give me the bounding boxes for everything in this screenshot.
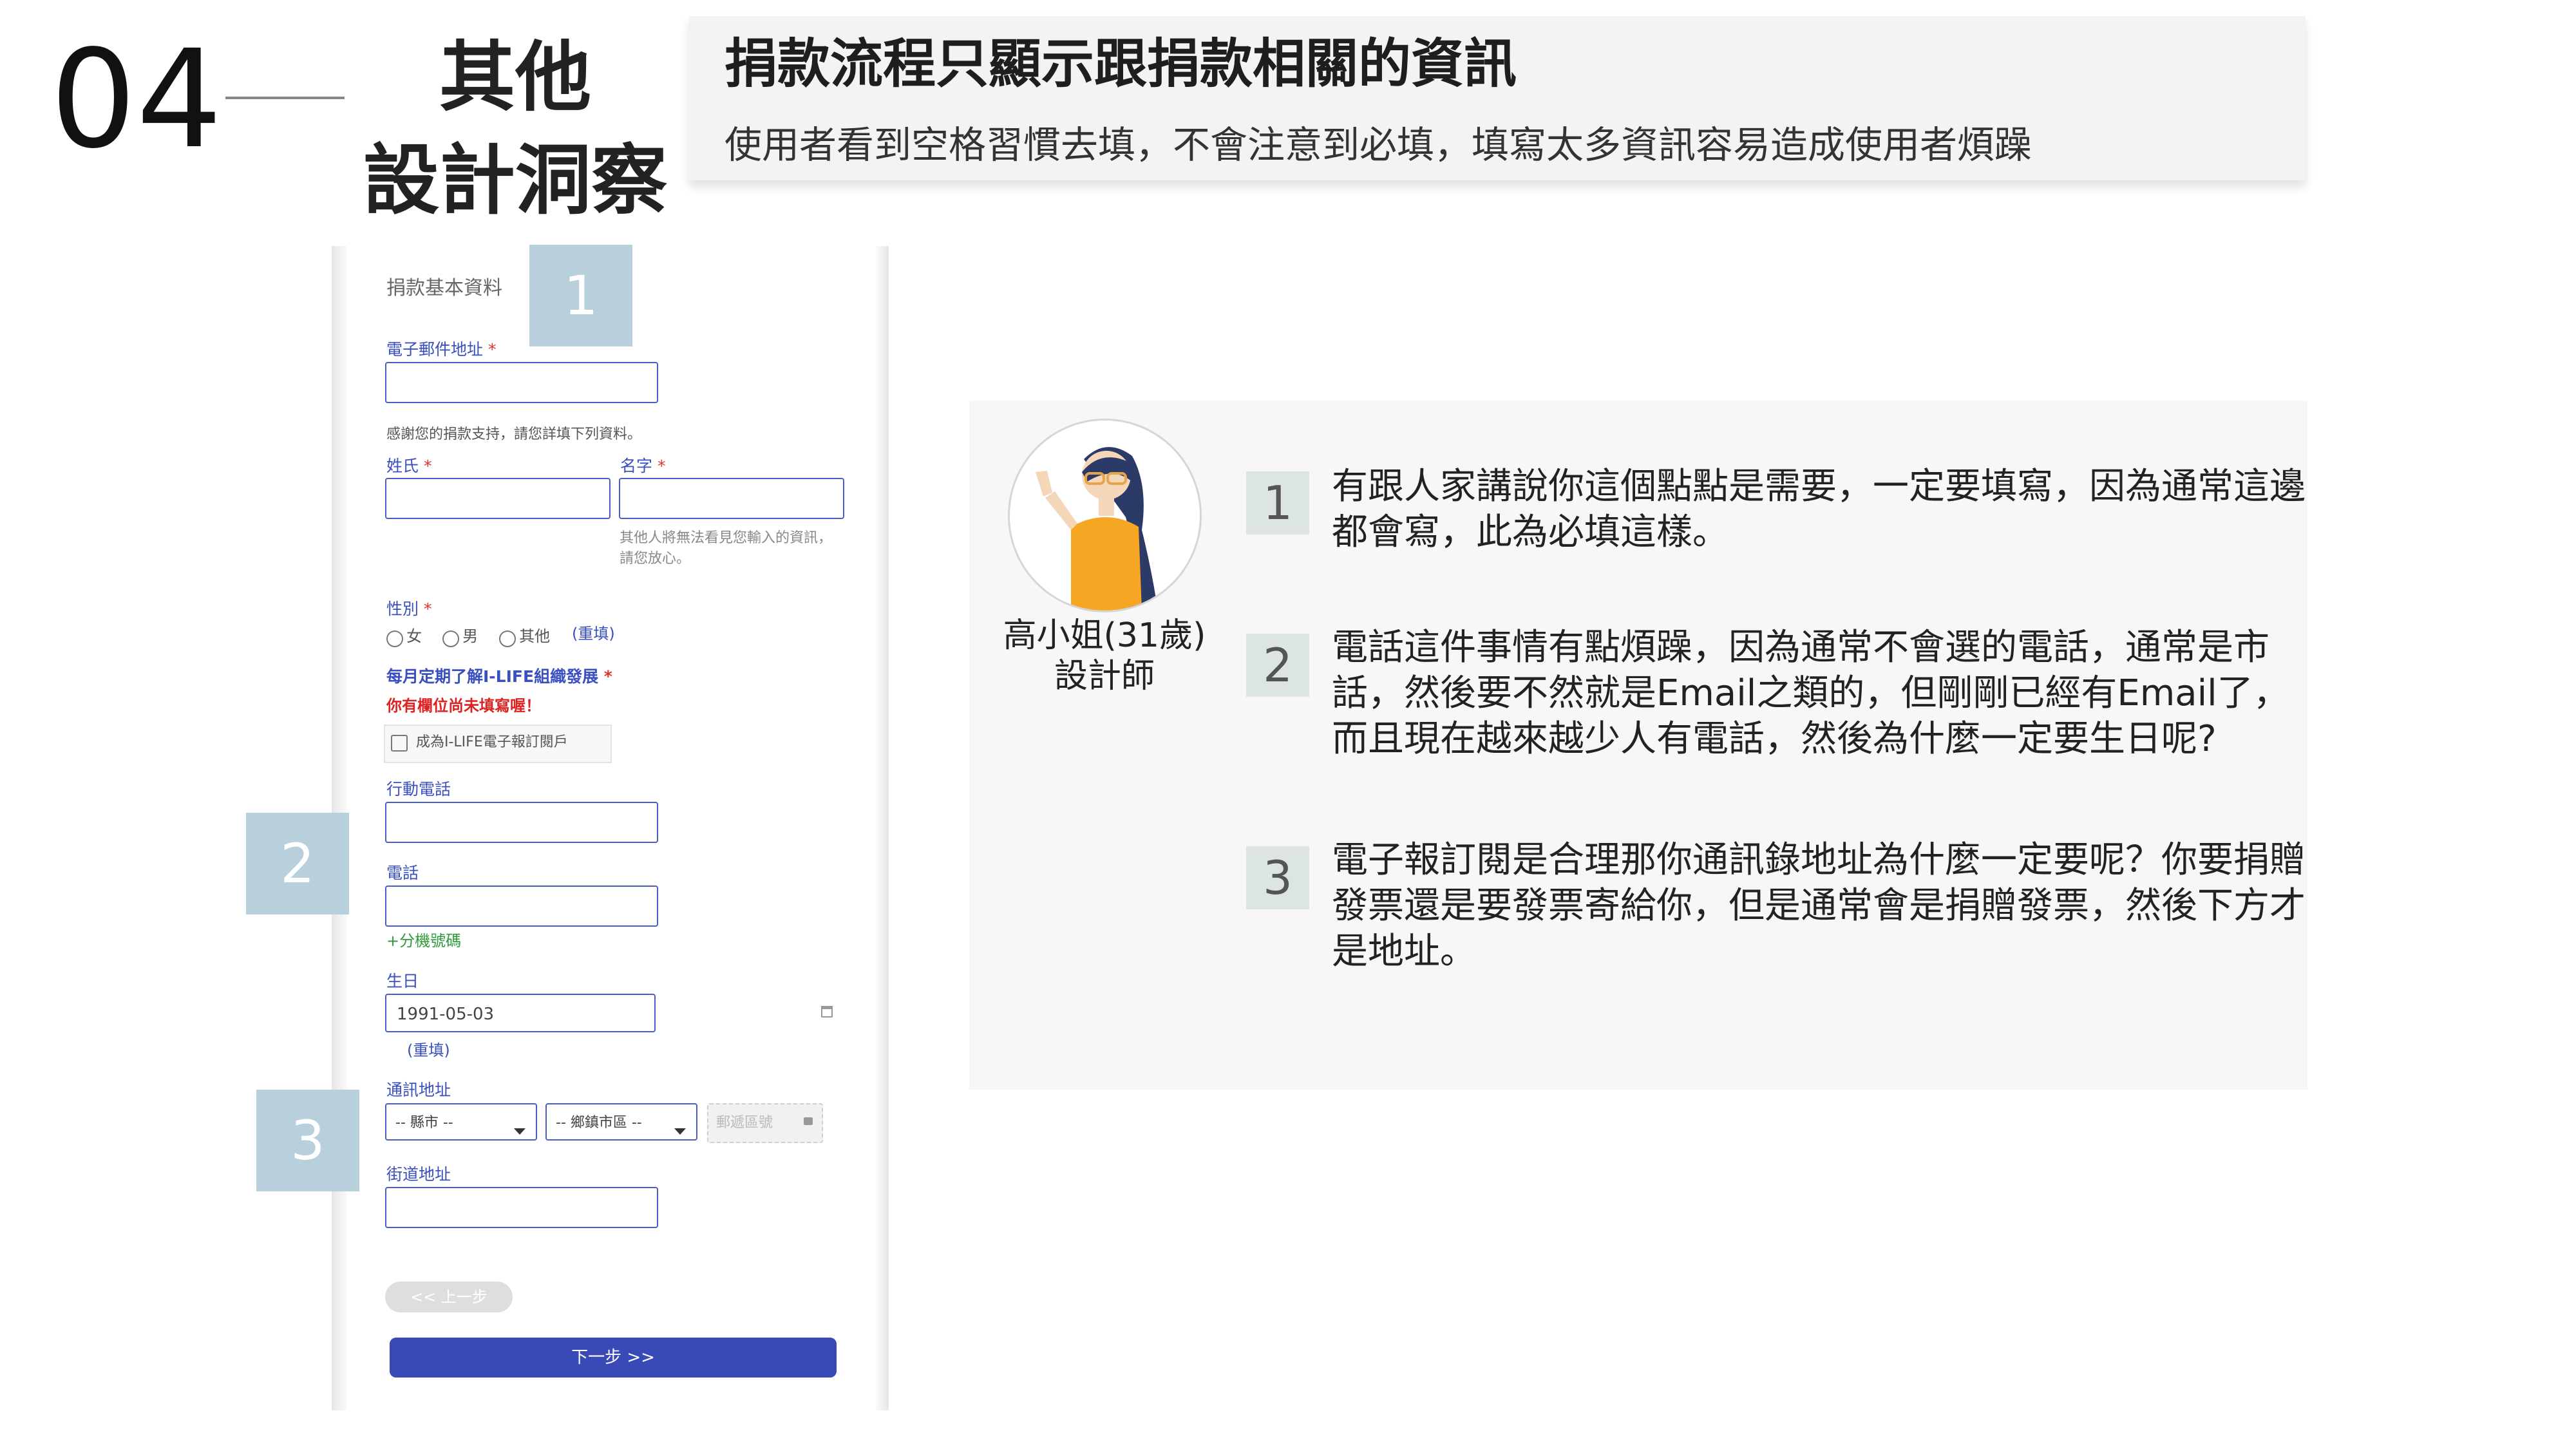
insight-number-2: 2 xyxy=(1246,634,1309,697)
gender-radio-female[interactable]: 女 xyxy=(386,626,422,647)
callout-1: 1 xyxy=(529,245,632,346)
persona-illustration xyxy=(1036,447,1158,611)
name-hint-line1: 其他人將無法看見您輸入的資訊， xyxy=(620,530,833,546)
name-hint-line2: 請您放心。 xyxy=(620,551,691,567)
mobile-field[interactable] xyxy=(385,802,658,843)
birthday-label: 生日 xyxy=(386,972,419,990)
newsletter-label: 每月定期了解I-LIFE組織發展 * xyxy=(386,667,612,686)
insight-number-1: 1 xyxy=(1246,471,1309,535)
callout-3: 3 xyxy=(256,1090,359,1191)
phone-field[interactable] xyxy=(385,886,658,927)
gender-reset-link[interactable]: (重填) xyxy=(572,623,615,644)
insight-number-3: 3 xyxy=(1246,846,1309,909)
section-divider xyxy=(225,97,345,99)
address-label: 通訊地址 xyxy=(386,1081,451,1099)
phone-label: 電話 xyxy=(386,864,419,882)
email-field[interactable] xyxy=(385,362,658,403)
radio-circle[interactable] xyxy=(386,630,403,647)
birthday-reset-link[interactable]: (重填) xyxy=(407,1040,450,1061)
district-select-value: -- 鄉鎮市區 -- xyxy=(556,1115,642,1131)
county-select[interactable]: -- 縣市 -- xyxy=(385,1103,537,1141)
radio-label: 男 xyxy=(462,627,478,645)
chevron-down-icon xyxy=(514,1128,526,1135)
form-section-heading: 捐款基本資料 xyxy=(386,277,502,299)
radio-circle[interactable] xyxy=(499,630,516,647)
postal-code-label: 郵遞區號 xyxy=(716,1115,773,1131)
radio-label: 女 xyxy=(406,627,422,645)
district-select[interactable]: -- 鄉鎮市區 -- xyxy=(545,1103,697,1141)
insight-text-1: 有跟人家講說你這個點點是需要，一定要填寫，因為通常這邊都會寫，此為必填這樣。 xyxy=(1332,466,2306,553)
avatar xyxy=(1008,419,1202,612)
first-name-label: 名字 * xyxy=(620,457,666,475)
section-title-line1: 其他 xyxy=(439,33,591,122)
thanks-text: 感謝您的捐款支持，請您詳填下列資料。 xyxy=(386,426,642,442)
radio-circle[interactable] xyxy=(442,630,459,647)
screenshot-edge-right xyxy=(876,246,889,1410)
chevron-down-icon xyxy=(674,1128,686,1135)
persona-role: 設計師 xyxy=(1054,657,1155,696)
gender-label: 性別 * xyxy=(386,600,432,618)
section-title-line2: 設計洞察 xyxy=(363,136,667,225)
banner-title: 捐款流程只顯示跟捐款相關的資訊 xyxy=(724,33,1517,95)
birthday-field[interactable]: 1991-05-03 xyxy=(385,994,656,1032)
radio-label: 其他 xyxy=(519,627,551,645)
gender-radio-other[interactable]: 其他 xyxy=(499,626,550,647)
lock-icon xyxy=(804,1117,813,1125)
newsletter-checkbox[interactable] xyxy=(391,735,408,752)
county-select-value: -- 縣市 -- xyxy=(395,1115,453,1131)
last-name-field[interactable] xyxy=(385,478,611,519)
first-name-field[interactable] xyxy=(619,478,844,519)
next-step-button[interactable]: 下一步 >> xyxy=(390,1338,837,1378)
section-title: 其他 設計洞察 xyxy=(361,26,670,232)
newsletter-error: 你有欄位尚未填寫喔！ xyxy=(386,697,541,715)
last-name-label: 姓氏 * xyxy=(386,457,432,475)
section-number: 04 xyxy=(50,21,223,178)
persona-name: 高小姐(31歲) xyxy=(1003,616,1206,655)
banner-subtitle: 使用者看到空格習慣去填，不會注意到必填，填寫太多資訊容易造成使用者煩躁 xyxy=(724,123,2032,167)
email-label: 電子郵件地址 * xyxy=(386,340,497,359)
mobile-label: 行動電話 xyxy=(386,780,451,799)
prev-step-button[interactable]: << 上一步 xyxy=(385,1282,513,1312)
callout-2: 2 xyxy=(246,813,349,914)
gender-radio-male[interactable]: 男 xyxy=(442,626,478,647)
street-label: 街道地址 xyxy=(386,1165,451,1184)
insight-text-3: 電子報訂閱是合理那你通訊錄地址為什麼一定要呢？你要捐贈發票還是要發票寄給你，但是… xyxy=(1332,839,2306,972)
calendar-icon[interactable] xyxy=(821,1006,833,1018)
street-field[interactable] xyxy=(385,1187,658,1228)
extension-link[interactable]: +分機號碼 xyxy=(386,931,461,951)
insight-text-2: 電話這件事情有點煩躁，因為通常不會選的電話，通常是市話，然後要不然就是Email… xyxy=(1332,627,2289,760)
newsletter-checkbox-label: 成為I-LIFE電子報訂閱戶 xyxy=(416,734,568,750)
